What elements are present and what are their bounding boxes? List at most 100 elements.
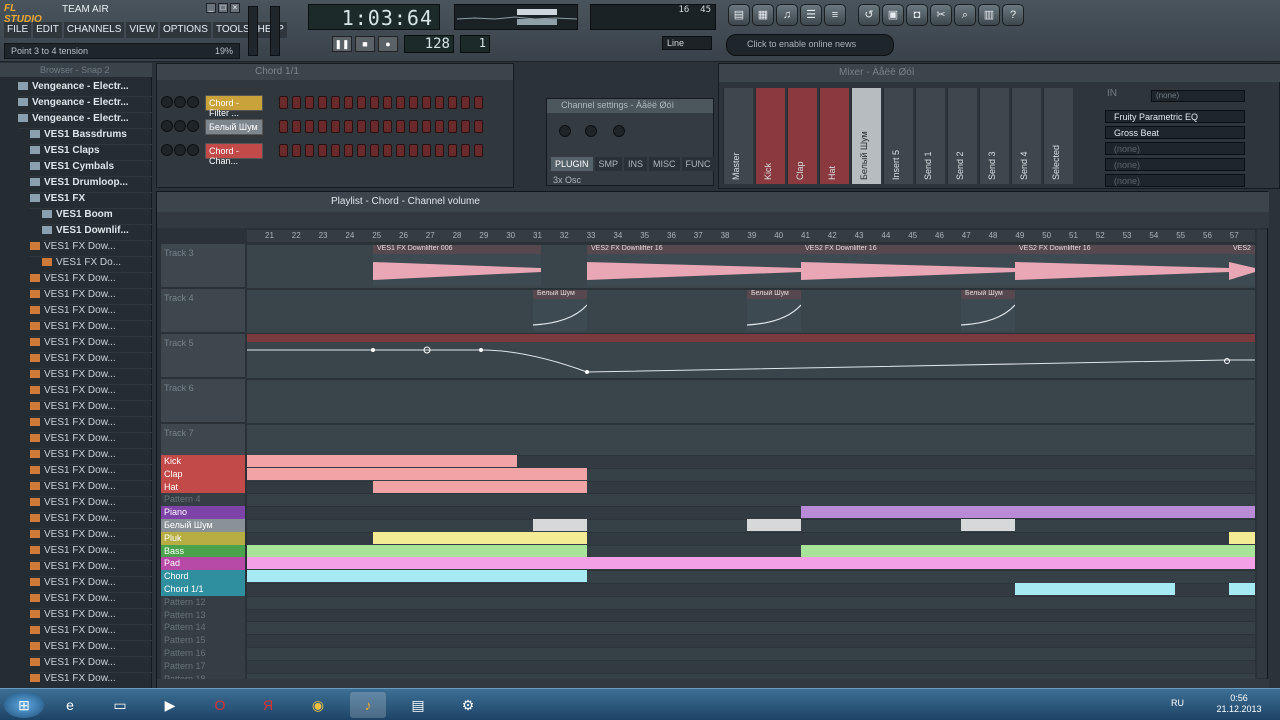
pattern-clip[interactable] [801,544,1255,557]
pattern-clip[interactable] [1229,531,1255,544]
language-indicator[interactable]: RU [1171,698,1184,708]
browser-item[interactable]: Vengeance - Electr... [18,97,152,113]
track-lane[interactable] [247,379,1255,423]
step-button[interactable] [292,120,301,133]
help-icon[interactable]: ? [1002,4,1024,26]
mixer-fx-slot[interactable]: (none) [1105,174,1245,187]
track-header[interactable]: Track 6 [161,379,245,422]
step-button[interactable] [344,96,353,109]
browser-item[interactable]: VES1 FX Dow... [30,449,152,465]
project-info-icon[interactable]: ▥ [978,4,1000,26]
browser-item[interactable]: VES1 FX Dow... [30,513,152,529]
tab-misc[interactable]: MISC [649,157,680,171]
pattern-row-label[interactable]: Pattern 16 [161,647,245,660]
browser-item[interactable]: VES1 FX Dow... [30,369,152,385]
mixer-strip[interactable]: Kick [755,88,785,184]
step-button[interactable] [474,144,483,157]
menu-edit[interactable]: EDIT [33,22,62,38]
browser-item[interactable]: VES1 FX Dow... [30,593,152,609]
step-button[interactable] [344,144,353,157]
step-button[interactable] [448,144,457,157]
step-button[interactable] [474,120,483,133]
step-button[interactable] [448,120,457,133]
browser-item[interactable]: VES1 FX Dow... [30,401,152,417]
step-button[interactable] [279,144,288,157]
volume-knob[interactable] [187,96,199,108]
online-news-bar[interactable]: Click to enable online news [726,34,894,56]
step-button[interactable] [409,96,418,109]
pattern-clip[interactable] [247,455,517,467]
mixer-fx-slot[interactable]: (none) [1105,142,1245,155]
save-icon[interactable]: ▣ [882,4,904,26]
tab-smp[interactable]: SMP [594,157,623,171]
pattern-row-label[interactable]: Piano [161,506,245,520]
pattern-row-label[interactable]: Kick [161,455,245,468]
pattern-clip[interactable] [533,519,587,531]
mixer-strip[interactable]: Белый Шум [851,88,881,184]
browser-item[interactable]: VES1 FX Dow... [30,609,152,625]
mixer-strip[interactable]: Send 1 [915,88,945,184]
tool-icon[interactable]: ⚙ [450,692,486,718]
pattern-clip[interactable] [1229,583,1255,595]
track-header[interactable]: Track 3 [161,244,245,287]
pan-knob[interactable] [174,144,186,156]
pattern-row-label[interactable]: Pattern 4 [161,493,245,507]
song-position-display[interactable]: 1:03:64 [308,4,440,30]
pattern-lane[interactable] [247,621,1255,635]
browser-item[interactable]: VES1 FX Dow... [30,385,152,401]
mixer-strip[interactable]: Selected [1043,88,1073,184]
browser-item[interactable]: VES1 FX Dow... [30,417,152,433]
vertical-scrollbar[interactable] [1257,230,1267,678]
pattern-lane[interactable] [247,608,1255,622]
pattern-clip[interactable] [747,519,801,531]
piano-roll-icon[interactable]: ♫ [776,4,798,26]
pan-knob[interactable] [174,96,186,108]
step-button[interactable] [292,144,301,157]
tempo-display[interactable]: 128 [404,35,454,53]
mixer-icon[interactable]: ≡ [824,4,846,26]
browser-item[interactable]: VES1 FX Dow... [30,433,152,449]
browser-item[interactable]: Vengeance - Electr... [18,113,152,129]
mixer-fx-slot[interactable]: Gross Beat [1105,126,1245,139]
pattern-row-label[interactable]: Clap [161,467,245,481]
audio-clip[interactable]: VES2 [1229,245,1255,286]
step-button[interactable] [422,144,431,157]
audio-clip[interactable]: VES2 FX Downlifter 16 [1015,245,1229,286]
browser-item[interactable]: VES1 FX Do... [42,257,152,273]
pattern-lane[interactable] [247,634,1255,648]
browser-item[interactable]: VES1 FX [30,193,152,209]
pattern-lane[interactable] [247,659,1255,673]
step-button[interactable] [318,96,327,109]
browser-item[interactable]: VES1 Downlif... [42,225,152,241]
browser-item[interactable]: VES1 FX Dow... [30,305,152,321]
audio-clip[interactable]: VES2 FX Downlifter 16 [801,245,1015,286]
step-button[interactable] [318,120,327,133]
pan-knob[interactable] [174,120,186,132]
mixer-strip[interactable]: Clap [787,88,817,184]
browser-item[interactable]: VES1 Drumloop... [30,177,152,193]
system-clock[interactable]: 0:56 21.12.2013 [1204,693,1274,717]
menu-options[interactable]: OPTIONS [159,22,211,38]
pattern-row-label[interactable]: Pattern 14 [161,621,245,635]
pitch-knob[interactable] [613,125,625,137]
pattern-clip[interactable] [373,531,587,544]
step-button[interactable] [396,120,405,133]
browser-item[interactable]: Vengeance - Electr... [18,81,152,97]
pattern-clip[interactable] [1015,583,1175,595]
step-button[interactable] [344,120,353,133]
step-button[interactable] [305,96,314,109]
notes-icon[interactable]: ▤ [400,692,436,718]
step-button[interactable] [409,144,418,157]
browser-item[interactable]: VES1 FX Dow... [30,657,152,673]
mute-knob[interactable] [161,96,173,108]
automation-curve[interactable] [247,334,1255,378]
pattern-row-label[interactable]: Pattern 13 [161,608,245,622]
pause-icon[interactable]: ❚❚ [332,36,352,52]
browser-item[interactable]: VES1 FX Dow... [30,529,152,545]
mixer-fx-slot[interactable]: Fruity Parametric EQ [1105,110,1245,123]
pattern-lane[interactable] [247,493,1255,507]
step-button[interactable] [474,96,483,109]
step-button[interactable] [357,96,366,109]
step-button[interactable] [331,144,340,157]
browser-item[interactable]: VES1 FX Dow... [30,673,152,689]
